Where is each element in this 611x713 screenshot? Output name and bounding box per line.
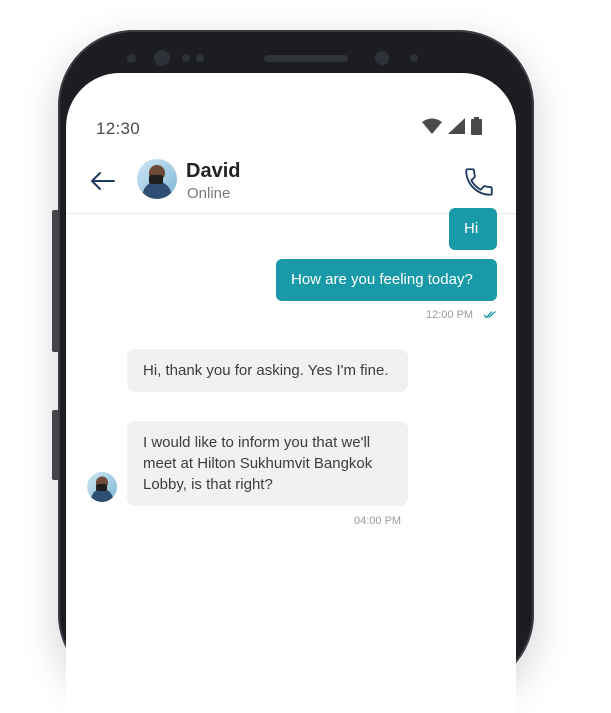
phone-screen: 12:30 David Online Hi How are you feelin… [66, 73, 516, 713]
status-icons [422, 117, 482, 135]
cellular-signal-icon [448, 118, 465, 134]
arrow-left-icon[interactable] [88, 166, 118, 196]
message-bubble-incoming[interactable]: I would like to inform you that we'll me… [127, 421, 408, 506]
chat-header: David Online [66, 155, 516, 214]
message-bubble-incoming[interactable]: Hi, thank you for asking. Yes I'm fine. [127, 349, 408, 392]
sensor-dot [196, 54, 204, 62]
message-timestamp: 12:00 PM [426, 309, 474, 321]
proximity-sensor [127, 54, 136, 63]
sensor-dot [182, 54, 190, 62]
phone-frame: 12:30 David Online Hi How are you feelin… [58, 30, 534, 713]
message-bubble-outgoing[interactable]: Hi [449, 208, 497, 250]
front-camera [154, 50, 170, 66]
sensor-dot [410, 54, 418, 62]
message-timestamp: 04:00 PM [354, 515, 402, 527]
status-bar [66, 73, 516, 123]
double-check-icon [483, 311, 496, 319]
contact-avatar[interactable] [137, 159, 177, 199]
phone-icon[interactable] [462, 165, 496, 199]
earpiece-speaker [264, 55, 348, 62]
contact-status: Online [187, 185, 231, 202]
message-bubble-outgoing[interactable]: How are you feeling today? [276, 259, 497, 301]
wifi-icon [422, 118, 442, 134]
iris-sensor [375, 51, 389, 65]
contact-avatar-small[interactable] [87, 472, 117, 502]
battery-icon [471, 117, 482, 135]
status-time: 12:30 [96, 119, 141, 138]
contact-name[interactable]: David [186, 160, 240, 183]
